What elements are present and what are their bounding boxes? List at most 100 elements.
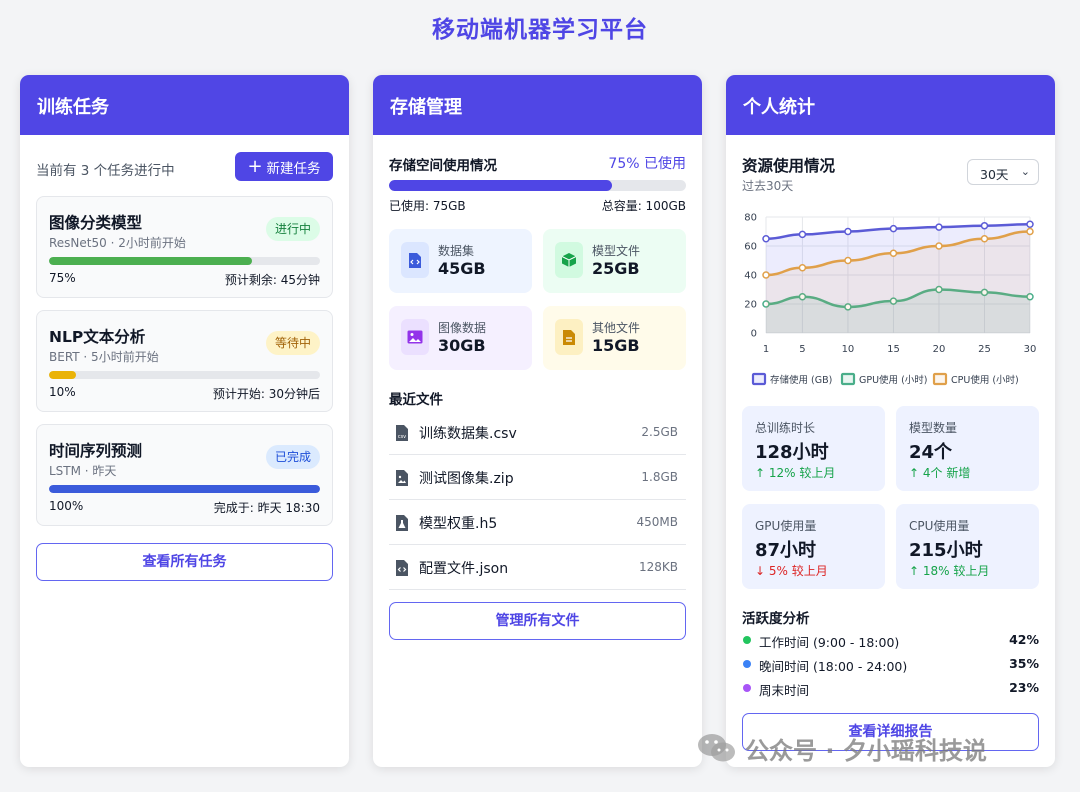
new-task-button[interactable]: + 新建任务 (235, 152, 333, 181)
time-range-select[interactable]: 30天 ⌄ (967, 159, 1039, 185)
activity-row: 晚间时间 (18:00 - 24:00) 35% (742, 655, 1039, 675)
task-progress-bar (49, 257, 320, 265)
stat-card: 总训练时长 128小时 ↑ 12% 较上月 (742, 406, 885, 491)
model-cube-icon (555, 242, 583, 278)
task-name: NLP文本分析 (49, 328, 146, 346)
legend-label: 存储使用 (GB) (770, 374, 832, 386)
data-point (889, 249, 898, 257)
data-point (1026, 227, 1034, 236)
storage-type-card[interactable]: 其他文件 15GB (543, 306, 686, 370)
storage-type-label: 数据集 (438, 244, 475, 258)
task-meta: ResNet50 · 2小时前开始 (49, 236, 186, 250)
manage-files-button[interactable]: 管理所有文件 (389, 602, 686, 640)
y-tick-label: 40 (744, 271, 757, 282)
storage-progress-fill (389, 180, 612, 191)
file-size: 1.8GB (641, 470, 678, 484)
storage-usage-percent: 75% 已使用 (608, 156, 686, 172)
storage-type-value: 15GB (592, 336, 640, 355)
data-point (1026, 220, 1034, 228)
view-all-tasks-button[interactable]: 查看所有任务 (36, 543, 333, 581)
task-progress-fill (49, 485, 320, 493)
page-title: 移动端机器学习平台 (432, 17, 648, 43)
activity-title: 活跃度分析 (742, 611, 810, 627)
file-name: 配置文件.json (419, 561, 509, 577)
y-tick-label: 20 (744, 300, 757, 311)
task-progress-label: 10% (49, 385, 76, 399)
data-point (980, 221, 989, 230)
task-name: 时间序列预测 (49, 442, 143, 460)
storage-type-value: 45GB (438, 259, 486, 278)
chevron-down-icon: ⌄ (1020, 165, 1030, 178)
task-progress-label: 100% (49, 499, 84, 513)
status-badge: 进行中 (265, 217, 320, 241)
code-file-icon (395, 559, 409, 577)
task-eta: 预计剩余: 45分钟 (224, 273, 320, 287)
activity-row: 周末时间 23% (742, 679, 1039, 699)
status-badge: 等待中 (265, 331, 320, 355)
tasks-summary: 当前有 3 个任务进行中 (36, 163, 175, 179)
task-name: 图像分类模型 (49, 214, 143, 232)
task-progress-label: 75% (49, 271, 76, 285)
task-card[interactable]: 时间序列预测 LSTM · 昨天 已完成 100% 完成于: 昨天 18:30 (36, 424, 333, 526)
stat-value: 128小时 (755, 442, 829, 463)
resource-usage-title: 资源使用情况 (742, 157, 836, 175)
activity-percent: 42% (1009, 632, 1039, 647)
file-size: 128KB (638, 560, 678, 574)
x-tick-label: 10 (842, 344, 855, 355)
task-meta: LSTM · 昨天 (49, 464, 117, 478)
storage-type-label: 模型文件 (592, 244, 641, 258)
activity-label: 周末时间 (759, 683, 810, 698)
file-row[interactable]: 测试图像集.zip 1.8GB (389, 455, 686, 500)
activity-label: 晚间时间 (18:00 - 24:00) (759, 659, 908, 674)
file-name: 测试图像集.zip (419, 471, 514, 487)
image-file-icon (395, 469, 409, 487)
wechat-icon (698, 734, 735, 762)
data-point (762, 235, 770, 243)
activity-percent: 23% (1009, 680, 1039, 695)
task-eta: 预计开始: 30分钟后 (212, 387, 320, 401)
recent-files-title: 最近文件 (389, 392, 443, 408)
data-point (844, 227, 852, 236)
document-icon (555, 319, 583, 355)
image-icon (401, 319, 429, 355)
legend-label: CPU使用 (小时) (951, 374, 1019, 386)
task-progress-fill (49, 257, 253, 265)
storage-type-card[interactable]: 图像数据 30GB (389, 306, 532, 370)
file-row[interactable]: 模型权重.h5 450MB (389, 500, 686, 545)
storage-type-card[interactable]: 数据集 45GB (389, 229, 532, 293)
training-card: 训练任务 当前有 3 个任务进行中 + 新建任务 图像分类模型 ResNet50 … (20, 75, 349, 767)
x-tick-label: 20 (933, 344, 946, 355)
data-point (980, 235, 989, 243)
stat-label: CPU使用量 (909, 519, 970, 533)
storage-type-card[interactable]: 模型文件 25GB (543, 229, 686, 293)
task-progress-bar (49, 485, 320, 493)
task-card[interactable]: 图像分类模型 ResNet50 · 2小时前开始 进行中 75% 预计剩余: 45分钟 (36, 196, 333, 298)
storage-type-label: 图像数据 (438, 321, 487, 335)
stat-value: 215小时 (909, 540, 983, 561)
task-meta: BERT · 5小时前开始 (49, 350, 159, 364)
data-point (844, 256, 852, 265)
dataset-file-icon (401, 242, 429, 278)
activity-percent: 35% (1009, 656, 1039, 671)
x-tick-label: 15 (887, 344, 900, 355)
storage-used-label: 已使用: 75GB (389, 199, 466, 213)
file-row[interactable]: 配置文件.json 128KB (389, 545, 686, 590)
stat-value: 24个 (909, 442, 953, 463)
task-progress-bar (49, 371, 320, 379)
plus-icon: + (247, 155, 263, 177)
storage-usage-title: 存储空间使用情况 (389, 158, 497, 174)
data-point (798, 264, 807, 272)
storage-card: 存储管理 存储空间使用情况 75% 已使用 已使用: 75GB 总容量: 100… (373, 75, 702, 767)
activity-label: 工作时间 (9:00 - 18:00) (759, 635, 900, 650)
stat-card: CPU使用量 215小时 ↑ 18% 较上月 (896, 504, 1039, 589)
activity-dot (743, 660, 751, 668)
stat-card: GPU使用量 87小时 ↓ 5% 较上月 (742, 504, 885, 589)
stat-trend: ↑ 4个 新增 (909, 466, 971, 480)
task-card[interactable]: NLP文本分析 BERT · 5小时前开始 等待中 10% 预计开始: 30分钟后 (36, 310, 333, 412)
data-point (935, 223, 943, 231)
resource-usage-subtitle: 过去30天 (742, 179, 794, 193)
file-row[interactable]: csv 训练数据集.csv 2.5GB (389, 410, 686, 455)
task-eta: 完成于: 昨天 18:30 (213, 501, 320, 515)
data-point (935, 242, 943, 250)
storage-progress-bar (389, 180, 686, 191)
